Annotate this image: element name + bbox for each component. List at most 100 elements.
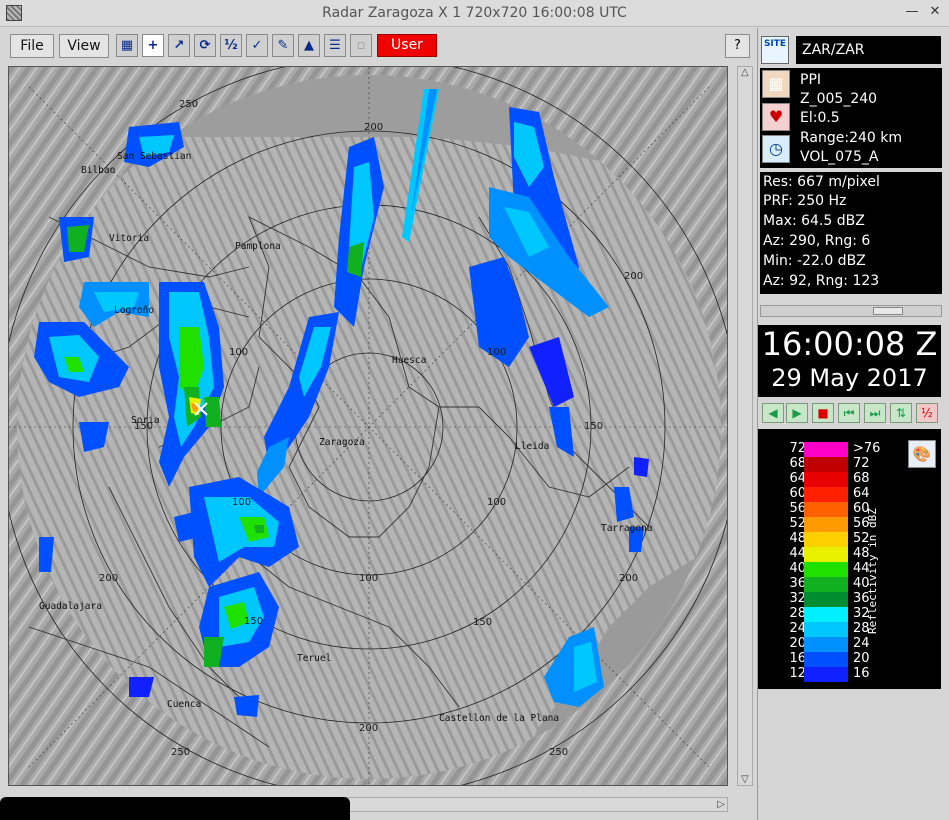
product-range: Range:240 km <box>800 130 903 146</box>
legend-color-swatch <box>804 532 848 547</box>
legend-color-swatch <box>804 457 848 472</box>
city-label: Bilbao <box>81 165 116 176</box>
city-label: Teruel <box>297 653 331 664</box>
legend-left-value: 60 <box>789 486 806 501</box>
range-label-100-se: 100 <box>487 497 506 508</box>
min-value-text: Min: -22.0 dBZ <box>763 253 866 269</box>
date-text: 29 May 2017 <box>771 364 928 392</box>
zoom-line-icon[interactable]: ↗ <box>168 34 190 57</box>
range-label-250-se: 250 <box>549 747 568 758</box>
scroll-right-icon[interactable]: ▷ <box>717 799 725 810</box>
last-frame-icon[interactable]: ⏭ <box>864 403 886 423</box>
clock-icon[interactable]: ◷ <box>762 135 790 163</box>
product-id: Z_005_240 <box>800 91 878 107</box>
range-label-250-nw: 250 <box>179 99 198 110</box>
legend-left-value: 32 <box>789 591 806 606</box>
help-button[interactable]: ? <box>725 34 750 58</box>
legend-right-value: 20 <box>853 651 870 666</box>
legend-right-value: 24 <box>853 636 870 651</box>
min-position-text: Az: 92, Rng: 123 <box>763 273 880 289</box>
radar-map[interactable]: 250 200 200 100 100 150 150 100 100 100 … <box>8 66 728 786</box>
legend-left-value: 20 <box>789 636 806 651</box>
stop-icon[interactable]: ■ <box>812 403 834 423</box>
product-type: PPI <box>800 72 822 88</box>
step-back-icon[interactable]: ◀ <box>762 403 784 423</box>
legend-right-value: >76 <box>853 441 881 456</box>
city-label: Tarragona <box>601 523 652 534</box>
legend-color-swatch <box>804 502 848 517</box>
range-label-150-sw: 150 <box>244 616 263 627</box>
legend-left-value: 16 <box>789 651 806 666</box>
grid-palette-icon[interactable]: ▦ <box>116 34 138 57</box>
close-icon[interactable]: ✕ <box>928 4 942 20</box>
opacity-slider[interactable] <box>760 305 942 317</box>
play-icon[interactable]: ▶ <box>786 403 808 423</box>
legend-color-swatch <box>804 487 848 502</box>
legend-left-value: 68 <box>789 456 806 471</box>
max-value-text: Max: 64.5 dBZ <box>763 213 865 229</box>
resolution-text: Res: 667 m/pixel <box>763 174 880 190</box>
minimize-icon[interactable]: — <box>905 4 919 20</box>
layers-icon[interactable]: ▲ <box>298 34 320 57</box>
legend-left-value: 64 <box>789 471 806 486</box>
legend-left-value: 48 <box>789 531 806 546</box>
draw-icon[interactable]: ✎ <box>272 34 294 57</box>
legend-color-swatch <box>804 577 848 592</box>
legend-color-swatch <box>804 517 848 532</box>
clock-text: 16:00:08 Z <box>761 325 938 363</box>
first-frame-icon[interactable]: ⏮ <box>838 403 860 423</box>
legend-color-swatch <box>804 592 848 607</box>
legend-left-value: 24 <box>789 621 806 636</box>
range-label-100-w: 100 <box>229 347 248 358</box>
split-frames-icon[interactable]: ½ <box>916 403 938 423</box>
site-icon[interactable]: SITE <box>761 36 789 64</box>
check-icon[interactable]: ✓ <box>246 34 268 57</box>
split-view-icon[interactable]: ½ <box>220 34 242 57</box>
legend-color-swatch <box>804 472 848 487</box>
max-position-text: Az: 290, Rng: 6 <box>763 233 871 249</box>
window-title: Radar Zaragoza X 1 720x720 16:00:08 UTC <box>322 5 627 21</box>
panel-separator <box>757 28 758 820</box>
city-label: Huesca <box>392 355 426 366</box>
city-label: Guadalajara <box>39 601 102 612</box>
loop-icon[interactable]: ⇅ <box>890 403 912 423</box>
radar-map-canvas[interactable]: 250 200 200 100 100 150 150 100 100 100 … <box>9 67 728 786</box>
slider-thumb[interactable] <box>873 307 903 315</box>
legend-title: Reflectivity in dBZ <box>866 508 879 634</box>
product-volume: VOL_075_A <box>800 149 879 165</box>
product-grid-icon[interactable]: ▦ <box>762 70 790 98</box>
product-elevation: El:0.5 <box>800 110 840 126</box>
scroll-up-icon[interactable]: △ <box>741 67 749 78</box>
legend-color-swatch <box>804 547 848 562</box>
crosshair-icon[interactable]: + <box>142 34 164 57</box>
legend-left-value: 40 <box>789 561 806 576</box>
list-icon[interactable]: ☰ <box>324 34 346 57</box>
file-menu-button[interactable]: File <box>10 34 54 58</box>
range-label-150-e: 150 <box>584 421 603 432</box>
legend-color-swatch <box>804 652 848 667</box>
disabled-tool-icon[interactable]: ▫ <box>350 34 372 57</box>
range-label-150-se: 150 <box>473 617 492 628</box>
site-name: ZAR/ZAR <box>796 36 941 64</box>
scroll-down-icon[interactable]: ▽ <box>741 774 749 785</box>
city-label: Cuenca <box>167 699 201 710</box>
heart-icon[interactable]: ♥ <box>762 103 790 131</box>
view-menu-button[interactable]: View <box>59 34 109 58</box>
legend-color-swatch <box>804 667 848 682</box>
vertical-scrollbar[interactable]: △ ▽ <box>737 66 753 786</box>
range-label-200-w: 200 <box>99 573 118 584</box>
palette-icon[interactable]: 🎨 <box>908 440 936 468</box>
legend-left-value: 52 <box>789 516 806 531</box>
range-label-200-s: 200 <box>359 723 378 734</box>
legend-left-value: 36 <box>789 576 806 591</box>
city-label: Logroño <box>114 305 154 316</box>
range-label-200-n: 200 <box>364 122 383 133</box>
city-label: Lleida <box>515 441 549 452</box>
user-button[interactable]: User <box>377 34 437 57</box>
refresh-icon[interactable]: ⟳ <box>194 34 216 57</box>
legend-right-value: 64 <box>853 486 870 501</box>
time-panel: 16:00:08 Z 29 May 2017 <box>758 325 941 397</box>
legend-right-value: 72 <box>853 456 870 471</box>
legend-right-value: 16 <box>853 666 870 681</box>
legend-right-value: 68 <box>853 471 870 486</box>
